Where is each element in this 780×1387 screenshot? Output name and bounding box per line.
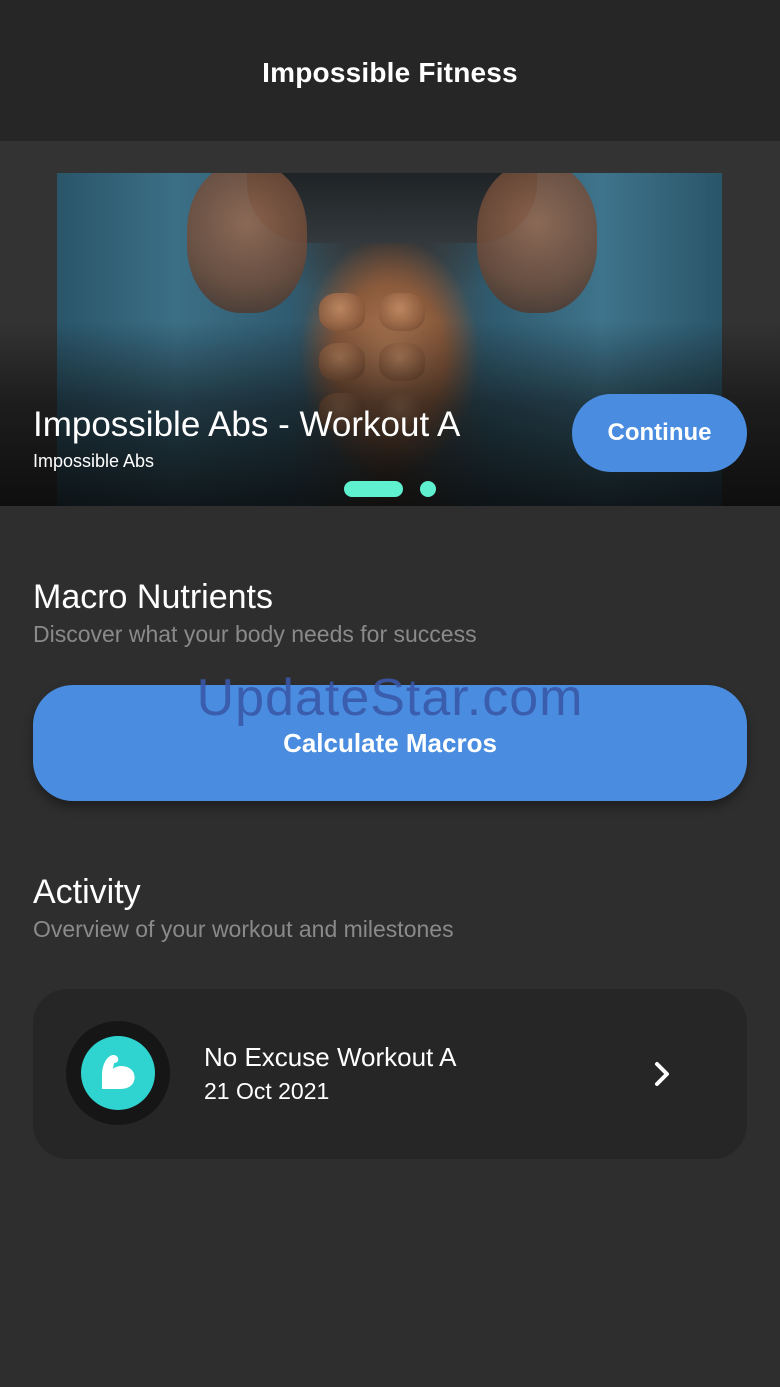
activity-section-subtitle: Overview of your workout and milestones bbox=[33, 916, 454, 942]
carousel-dot[interactable] bbox=[420, 481, 436, 497]
activity-item-date: 21 Oct 2021 bbox=[204, 1078, 330, 1104]
macro-section-subtitle: Discover what your body needs for succes… bbox=[33, 621, 477, 647]
app-bar: Impossible Fitness bbox=[0, 0, 780, 141]
activity-item-name: No Excuse Workout A bbox=[204, 1042, 457, 1072]
carousel-dot-active[interactable] bbox=[344, 481, 403, 497]
featured-workout-program: Impossible Abs bbox=[33, 451, 155, 471]
featured-workout-title: Impossible Abs - Workout A bbox=[33, 405, 461, 444]
featured-workout-carousel[interactable]: Impossible Abs - Workout A Impossible Ab… bbox=[0, 141, 780, 506]
flexed-bicep-icon bbox=[102, 1054, 135, 1089]
carousel-page-indicator bbox=[344, 481, 436, 497]
activity-item[interactable]: No Excuse Workout A 21 Oct 2021 bbox=[33, 989, 747, 1159]
chevron-right-icon[interactable] bbox=[650, 1059, 674, 1089]
continue-button[interactable]: Continue bbox=[572, 394, 747, 472]
activity-avatar bbox=[66, 1021, 170, 1125]
app-title: Impossible Fitness bbox=[262, 56, 518, 88]
activity-section-title: Activity bbox=[33, 873, 141, 911]
macro-section-title: Macro Nutrients bbox=[33, 578, 273, 616]
calculate-macros-button[interactable]: Calculate Macros bbox=[33, 685, 747, 801]
